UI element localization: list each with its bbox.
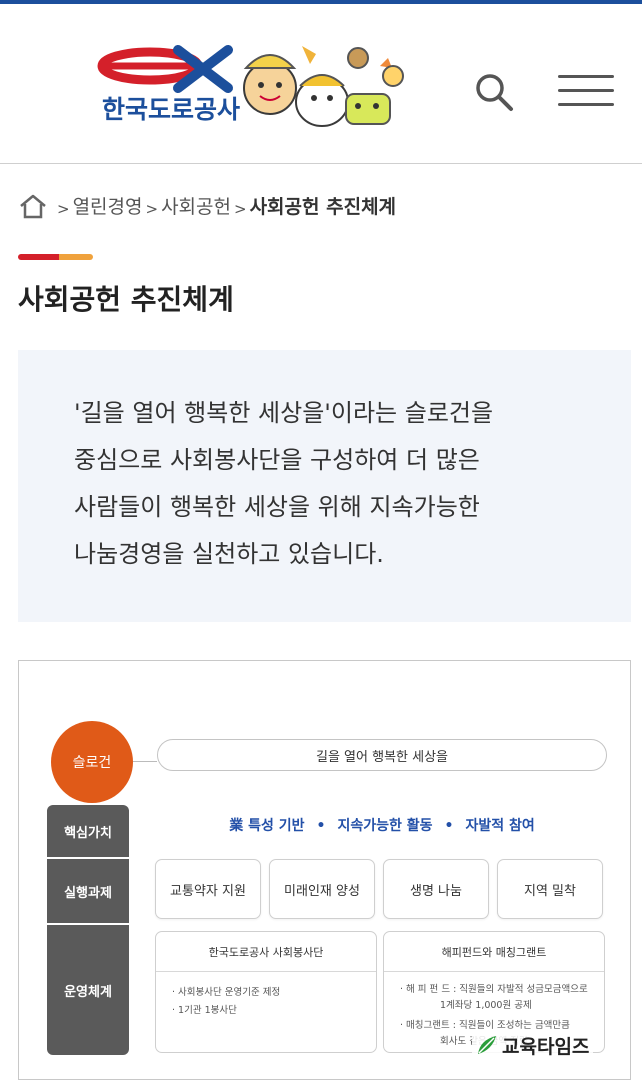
- breadcrumb-current: 사회공헌 추진체계: [249, 196, 397, 218]
- ops-line: · 해 피 펀 드 : 직원들의 자발적 성금모금액으로: [400, 984, 588, 995]
- slogan-text: 길을 열어 행복한 세상을: [157, 739, 607, 771]
- core-value-separator: •: [444, 818, 454, 834]
- logo-text: 한국도로공사: [102, 96, 240, 124]
- breadcrumb-separator: >: [145, 199, 159, 218]
- watermark: 교육타임즈: [472, 1030, 594, 1060]
- core-values: 業 특성 기반 • 지속가능한 활동 • 자발적 참여: [157, 815, 607, 835]
- intro-line: 사람들이 행복한 세상을 위해 지속가능한: [74, 493, 480, 521]
- ops-line: 1계좌당 1,000원 공제: [440, 1000, 532, 1011]
- ops-volunteer-corps: 한국도로공사 사회봉사단 · 사회봉사단 운영기준 제정 · 1기관 1봉사단: [155, 931, 377, 1053]
- search-button[interactable]: [472, 70, 516, 114]
- breadcrumb: > 열린경영 > 사회공헌 > 사회공헌 추진체계: [18, 192, 396, 219]
- system-diagram: 슬로건 길을 열어 행복한 세상을 핵심가치 실행과제 운영체계 業 특성 기반…: [18, 660, 631, 1080]
- ops-line: · 1기관 1봉사단: [172, 1005, 237, 1016]
- intro-line: 나눔경영을 실천하고 있습니다.: [74, 540, 384, 568]
- intro-line: '길을 열어 행복한 세상을'이라는 슬로건을: [74, 399, 494, 427]
- ops-title: 해피펀드와 매칭그랜트: [384, 932, 604, 972]
- task-box: 지역 밀착: [497, 859, 603, 919]
- watermark-text: 교육타임즈: [502, 1035, 590, 1058]
- task-box: 생명 나눔: [383, 859, 489, 919]
- intro-line: 중심으로 사회봉사단을 구성하여 더 많은: [74, 446, 480, 474]
- hamburger-line-icon: [558, 75, 614, 78]
- ops-title: 한국도로공사 사회봉사단: [156, 932, 376, 972]
- task-box: 교통약자 지원: [155, 859, 261, 919]
- logo-mark-icon: 한국도로공사: [97, 45, 404, 127]
- core-value-separator: •: [316, 818, 326, 834]
- breadcrumb-item[interactable]: 열린경영: [73, 192, 143, 219]
- row-label-operations: 운영체계: [47, 925, 129, 1055]
- core-value: 자발적 참여: [465, 818, 535, 834]
- page-title: 사회공헌 추진체계: [18, 283, 234, 316]
- site-header: 한국도로공사: [0, 4, 642, 164]
- slogan-connector: [133, 761, 157, 762]
- core-value: 業 특성 기반: [229, 818, 305, 834]
- leaf-logo-icon: [478, 1036, 496, 1054]
- task-box: 미래인재 양성: [269, 859, 375, 919]
- menu-button[interactable]: [558, 75, 614, 109]
- core-value: 지속가능한 활동: [337, 818, 433, 834]
- hamburger-line-icon: [558, 89, 614, 92]
- hamburger-line-icon: [558, 103, 614, 106]
- intro-box: '길을 열어 행복한 세상을'이라는 슬로건을 중심으로 사회봉사단을 구성하여…: [18, 350, 631, 622]
- site-logo[interactable]: 한국도로공사: [90, 36, 420, 131]
- title-accent-bar: [18, 254, 93, 260]
- home-icon[interactable]: [18, 193, 48, 219]
- slogan-badge: 슬로건: [51, 721, 133, 803]
- row-label-core-values: 핵심가치: [47, 805, 129, 857]
- breadcrumb-separator: >: [57, 199, 70, 218]
- breadcrumb-item[interactable]: 사회공헌: [161, 192, 231, 219]
- ops-line: · 사회봉사단 운영기준 제정: [172, 987, 281, 998]
- search-icon: [476, 74, 513, 111]
- intro-text: '길을 열어 행복한 세상을'이라는 슬로건을 중심으로 사회봉사단을 구성하여…: [74, 390, 594, 578]
- breadcrumb-separator: >: [234, 199, 247, 218]
- row-label-tasks: 실행과제: [47, 859, 129, 923]
